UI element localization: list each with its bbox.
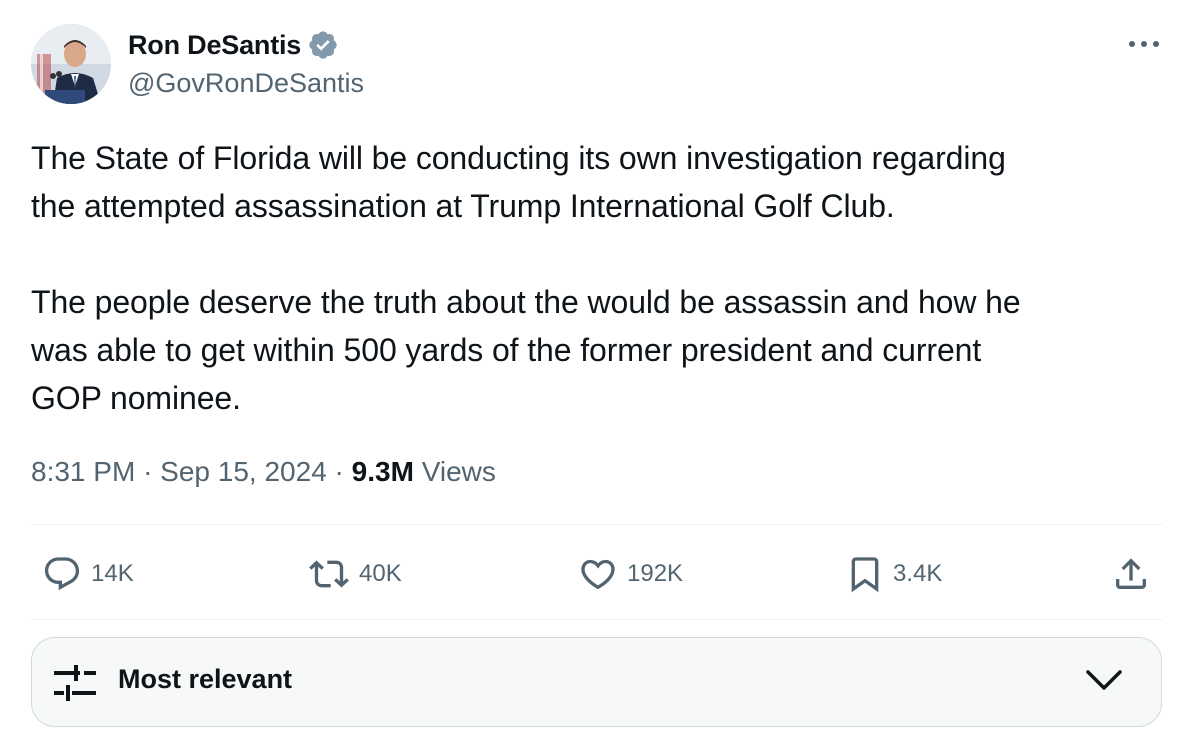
bookmark-icon bbox=[851, 557, 879, 593]
views-count: 9.3M bbox=[351, 456, 414, 487]
reply-count: 14K bbox=[91, 560, 134, 587]
reply-button[interactable]: 14K bbox=[41, 546, 134, 602]
divider bbox=[31, 619, 1163, 620]
repost-count: 40K bbox=[359, 560, 402, 587]
more-options-button[interactable] bbox=[1118, 26, 1170, 62]
sort-label: Most relevant bbox=[118, 664, 293, 694]
tweet-text: The State of Florida will be conducting … bbox=[31, 134, 1161, 422]
author-name-row: Ron DeSantis bbox=[128, 26, 339, 64]
sort-sliders-icon bbox=[54, 665, 96, 701]
like-count: 192K bbox=[627, 560, 684, 587]
tweet-time[interactable]: 8:31 PM bbox=[31, 456, 135, 488]
more-icon bbox=[1129, 41, 1159, 47]
repost-icon bbox=[309, 560, 349, 588]
author-display-name[interactable]: Ron DeSantis bbox=[128, 30, 301, 61]
tweet-text-line: The State of Florida will be conducting … bbox=[31, 140, 1006, 176]
meta-separator: · bbox=[143, 456, 153, 487]
bookmark-count: 3.4K bbox=[893, 560, 943, 587]
verified-badge-icon[interactable] bbox=[307, 29, 339, 61]
views-label: Views bbox=[421, 456, 496, 487]
share-icon bbox=[1116, 558, 1146, 589]
author-handle[interactable]: @GovRonDeSantis bbox=[128, 68, 364, 99]
tweet-actions: 14K 40K 192K 3.4K bbox=[31, 546, 1163, 602]
meta-separator: · bbox=[334, 456, 344, 487]
divider bbox=[31, 524, 1163, 525]
tweet-meta: 8:31 PM · Sep 15, 2024 · 9.3M Views bbox=[31, 452, 496, 492]
avatar-image bbox=[31, 24, 111, 104]
reply-icon bbox=[44, 557, 80, 591]
tweet-text-line: The people deserve the truth about the w… bbox=[31, 284, 1021, 320]
replies-sort-dropdown[interactable]: Most relevant bbox=[31, 637, 1162, 727]
repost-button[interactable]: 40K bbox=[307, 546, 402, 602]
tweet-date[interactable]: Sep 15, 2024 bbox=[160, 456, 327, 488]
tweet-text-line: was able to get within 500 yards of the … bbox=[31, 332, 982, 368]
avatar[interactable] bbox=[31, 24, 111, 104]
share-button[interactable] bbox=[1111, 546, 1151, 602]
like-button[interactable]: 192K bbox=[577, 546, 683, 602]
tweet-text-line: the attempted assassination at Trump Int… bbox=[31, 188, 895, 224]
bookmark-button[interactable]: 3.4K bbox=[845, 546, 942, 602]
heart-icon bbox=[581, 559, 615, 590]
chevron-down-icon bbox=[1086, 670, 1122, 690]
tweet-text-line: GOP nominee. bbox=[31, 380, 241, 416]
